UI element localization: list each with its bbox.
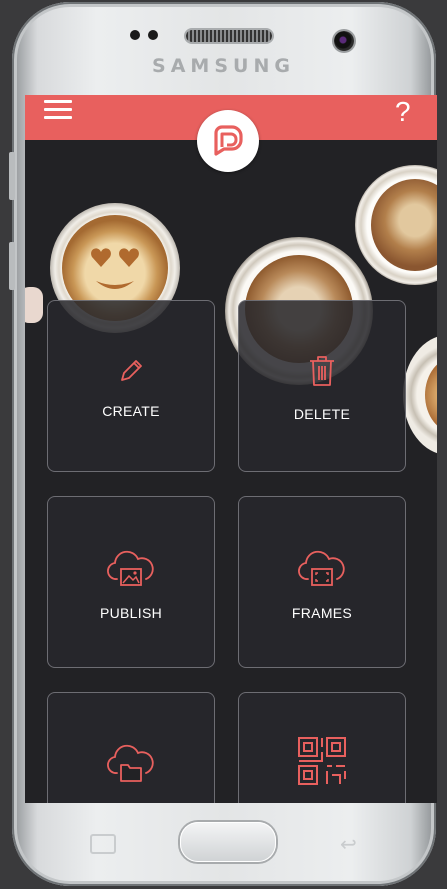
trash-icon — [310, 356, 334, 386]
recent-apps-button[interactable] — [90, 834, 116, 854]
sensor-dot — [130, 30, 140, 40]
app-logo — [197, 110, 259, 172]
frames-label: FRAMES — [291, 605, 353, 621]
cloud-frame-icon — [298, 550, 345, 586]
create-label: CREATE — [102, 403, 160, 419]
hand-image — [25, 287, 43, 323]
app-logo-icon — [214, 125, 243, 156]
cloud-image-icon — [107, 550, 154, 586]
home-button[interactable] — [180, 822, 276, 862]
device-brand: SAMSUNG — [152, 55, 295, 77]
delete-tile[interactable]: DELETE — [238, 300, 406, 472]
power-button — [9, 242, 15, 290]
front-camera — [334, 31, 354, 51]
hamburger-menu-icon[interactable] — [44, 100, 72, 124]
coffee-cup-image — [355, 165, 437, 285]
frames-tile[interactable]: FRAMES — [238, 496, 406, 668]
cloud-folder-icon — [107, 744, 154, 782]
qr-code-tile[interactable] — [238, 692, 406, 803]
volume-button — [9, 152, 15, 200]
app-screen: ? CREATE DELETE PUBLISH FRAMES — [25, 95, 437, 803]
create-tile[interactable]: CREATE — [47, 300, 215, 472]
qr-code-icon — [298, 737, 346, 785]
help-button[interactable]: ? — [395, 95, 411, 129]
coffee-cup-image — [403, 335, 437, 455]
publish-tile[interactable]: PUBLISH — [47, 496, 215, 668]
sensor-dot — [148, 30, 158, 40]
delete-label: DELETE — [293, 406, 351, 422]
pencil-icon — [121, 360, 142, 381]
folder-tile[interactable] — [47, 692, 215, 803]
back-icon[interactable]: ↩ — [340, 832, 357, 857]
earpiece-speaker — [186, 30, 272, 42]
publish-label: PUBLISH — [99, 605, 162, 621]
